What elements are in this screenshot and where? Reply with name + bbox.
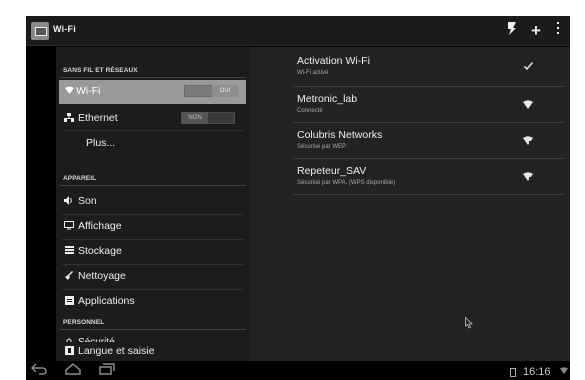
- back-icon[interactable]: [30, 363, 48, 379]
- sidebar-item-storage[interactable]: Stockage: [56, 240, 249, 264]
- sidebar-item-label: Langue et saisie: [78, 345, 155, 357]
- add-network-icon[interactable]: +: [526, 20, 546, 42]
- mouse-cursor-icon: [465, 316, 473, 329]
- sidebar-item-cleanup[interactable]: Nettoyage: [56, 265, 249, 289]
- settings-window: Wi-Fi + SANS FIL ET RÉSEAUX Wi-Fi OUI Et…: [26, 16, 570, 380]
- speaker-icon: [64, 196, 74, 206]
- list-item-network[interactable]: Colubris Networks Sécurisé par WEP: [269, 123, 565, 159]
- wifi-signal-icon: [523, 100, 533, 110]
- sidebar-item-label: Plus...: [86, 137, 116, 149]
- wps-icon[interactable]: [502, 20, 522, 42]
- page-title: Wi-Fi: [53, 24, 76, 34]
- keyboard-icon: [64, 346, 74, 356]
- wifi-status-icon: [560, 367, 568, 376]
- sidebar-item-label: Son: [78, 195, 97, 207]
- list-item-title: Metronic_lab: [297, 93, 358, 105]
- section-heading-device: APPAREIL: [63, 175, 97, 182]
- sidebar-item-ethernet[interactable]: Ethernet NON: [56, 107, 249, 131]
- home-icon[interactable]: [64, 363, 82, 379]
- settings-app-icon[interactable]: [31, 22, 49, 40]
- list-item-wifi-activation[interactable]: Activation Wi-Fi Wi-Fi activé: [269, 49, 565, 85]
- wifi-secure-icon: [523, 172, 533, 182]
- list-item-title: Activation Wi-Fi: [297, 55, 370, 67]
- section-divider: [60, 185, 246, 186]
- status-time: 16:16: [523, 366, 551, 378]
- wifi-network-list: Activation Wi-Fi Wi-Fi activé Metronic_l…: [249, 47, 570, 361]
- sidebar-item-language[interactable]: Langue et saisie: [56, 342, 249, 361]
- ethernet-toggle[interactable]: NON: [181, 112, 235, 124]
- recents-icon[interactable]: [98, 363, 116, 379]
- divider: [62, 130, 244, 131]
- toggle-label: OUI: [212, 85, 238, 97]
- display-icon: [64, 221, 74, 231]
- section-divider: [60, 329, 246, 330]
- list-item-title: Repeteur_SAV: [297, 165, 367, 177]
- toggle-label: NON: [182, 112, 208, 124]
- broom-icon: [64, 271, 74, 281]
- list-item-title: Colubris Networks: [297, 129, 383, 141]
- system-navigation-bar: 16:16: [26, 361, 570, 380]
- list-item-subtitle: Connecté: [297, 108, 323, 114]
- battery-icon: [510, 368, 516, 377]
- sidebar-item-label: Stockage: [78, 245, 122, 257]
- settings-sidebar: SANS FIL ET RÉSEAUX Wi-Fi OUI Ethernet N…: [56, 47, 249, 361]
- sidebar-item-label: Nettoyage: [78, 270, 126, 282]
- overflow-menu-icon[interactable]: [548, 20, 568, 42]
- list-item-subtitle: Wi-Fi activé: [297, 70, 329, 76]
- sidebar-item-label: Applications: [78, 295, 135, 307]
- section-heading-wireless: SANS FIL ET RÉSEAUX: [63, 67, 138, 74]
- wifi-icon: [64, 86, 74, 96]
- storage-icon: [64, 246, 74, 256]
- check-icon[interactable]: [523, 61, 533, 72]
- sidebar-item-sound[interactable]: Son: [56, 190, 249, 214]
- section-divider: [60, 77, 246, 78]
- list-item-subtitle: Sécurisé par WPA. (WPS disponible): [297, 180, 396, 186]
- list-item-subtitle: Sécurisé par WEP: [297, 144, 347, 150]
- sidebar-item-label: Wi-Fi: [76, 85, 101, 97]
- sidebar-item-display[interactable]: Affichage: [56, 215, 249, 239]
- sidebar-item-label: Affichage: [78, 220, 122, 232]
- list-item-network[interactable]: Repeteur_SAV Sécurisé par WPA. (WPS disp…: [269, 159, 565, 195]
- divider: [293, 194, 565, 195]
- wifi-toggle[interactable]: OUI: [184, 85, 238, 97]
- action-bar: Wi-Fi +: [26, 16, 570, 46]
- ethernet-icon: [64, 113, 74, 123]
- sidebar-item-wifi[interactable]: Wi-Fi OUI: [59, 80, 246, 104]
- list-item-network[interactable]: Metronic_lab Connecté: [269, 87, 565, 123]
- sidebar-item-label: Ethernet: [78, 112, 118, 124]
- sidebar-item-more[interactable]: Plus...: [56, 132, 249, 156]
- apps-icon: [64, 296, 74, 306]
- wifi-secure-icon: [523, 136, 533, 146]
- section-heading-personal: PERSONNEL: [63, 319, 105, 326]
- sidebar-item-applications[interactable]: Applications: [56, 290, 249, 314]
